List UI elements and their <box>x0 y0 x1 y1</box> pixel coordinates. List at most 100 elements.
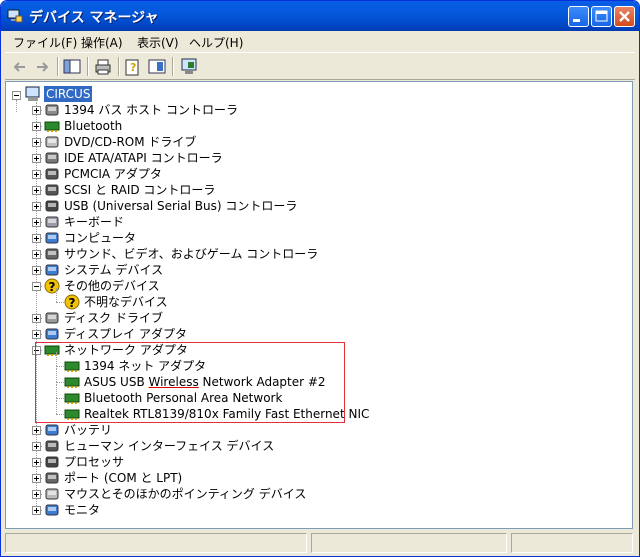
svg-text:?: ? <box>49 280 56 294</box>
tree-item-label: モニタ <box>64 503 101 517</box>
tree-item-label: プロセッサ <box>64 455 125 469</box>
status-pane-main <box>5 533 307 553</box>
tree-item-label: ディスプレイ アダプタ <box>64 327 187 341</box>
expand-toggle[interactable] <box>32 314 41 323</box>
unknown-device-icon: ? <box>64 294 80 310</box>
back-icon[interactable] <box>9 56 31 78</box>
tree-item-label: コンピュータ <box>64 231 137 245</box>
device-manager-icon <box>7 9 23 23</box>
processor-icon <box>45 456 59 468</box>
expand-toggle[interactable] <box>32 154 41 163</box>
title-bar[interactable]: デバイス マネージャ <box>1 1 639 31</box>
expand-toggle[interactable] <box>32 250 41 259</box>
expand-toggle[interactable] <box>32 138 41 147</box>
cdrom-icon <box>45 136 59 148</box>
system-icon <box>45 264 59 276</box>
expand-toggle[interactable] <box>32 506 41 515</box>
device-manager-window: デバイス マネージャ ファイル(F) 操作(A) 表示(V) ヘルプ(H) ? <box>0 0 640 557</box>
status-bar <box>5 531 635 555</box>
maximize-button[interactable] <box>591 6 612 27</box>
expand-toggle[interactable] <box>32 442 41 451</box>
tree-item-label: IDE ATA/ATAPI コントローラ <box>64 151 223 165</box>
expand-toggle[interactable] <box>32 330 41 339</box>
maximize-icon <box>595 10 608 22</box>
status-pane-3 <box>511 533 633 553</box>
bluetooth-icon <box>44 121 60 132</box>
port-icon <box>45 472 59 484</box>
close-icon <box>619 11 630 22</box>
toolbar-separator <box>172 57 174 76</box>
ide-icon <box>45 152 59 164</box>
tree-line <box>56 302 64 304</box>
collapse-toggle-root[interactable] <box>12 91 21 100</box>
collapse-toggle[interactable] <box>32 282 41 291</box>
minimize-button[interactable] <box>568 6 589 27</box>
minimize-icon <box>573 19 580 22</box>
battery-icon <box>45 424 59 436</box>
disk-icon <box>45 312 59 324</box>
usb-icon <box>45 200 59 212</box>
display-icon <box>45 328 59 340</box>
1394-icon <box>45 104 59 116</box>
expand-toggle[interactable] <box>32 266 41 275</box>
tree-item-label: SCSI と RAID コントローラ <box>64 183 216 197</box>
expand-toggle[interactable] <box>32 202 41 211</box>
toolbar-separator <box>118 57 120 76</box>
expand-toggle[interactable] <box>32 170 41 179</box>
network-adapters-highlight <box>35 342 345 423</box>
svg-text:?: ? <box>130 61 136 74</box>
window-title: デバイス マネージャ <box>29 10 159 26</box>
tree-item-label: キーボード <box>64 215 125 229</box>
tree-item-label: その他のデバイス <box>64 279 160 293</box>
expand-toggle[interactable] <box>32 426 41 435</box>
tree-item-label: ポート (COM と LPT) <box>64 471 183 485</box>
sound-icon <box>45 248 59 260</box>
close-button[interactable] <box>614 6 635 27</box>
expand-toggle[interactable] <box>32 474 41 483</box>
tree-item-label: システム デバイス <box>64 263 164 277</box>
tree-item-label: ディスク ドライブ <box>64 311 163 325</box>
tree-item-label: マウスとそのほかのポインティング デバイス <box>64 487 307 501</box>
pcmcia-icon <box>45 168 59 180</box>
computer-icon <box>25 86 40 101</box>
tree-item-label: PCMCIA アダプタ <box>64 167 162 181</box>
menu-bar: ファイル(F) 操作(A) 表示(V) ヘルプ(H) <box>5 32 635 52</box>
tree-item-label: USB (Universal Serial Bus) コントローラ <box>64 199 298 213</box>
mouse-icon <box>45 488 59 500</box>
computer-icon <box>45 232 59 244</box>
tree-item-label: サウンド、ビデオ、およびゲーム コントローラ <box>64 247 319 261</box>
expand-toggle[interactable] <box>32 186 41 195</box>
status-pane-2 <box>311 533 507 553</box>
toolbar: ? <box>5 52 635 80</box>
print-icon[interactable] <box>92 56 114 78</box>
tree-item-label: 不明なデバイス <box>84 295 168 309</box>
svg-text:?: ? <box>69 296 76 310</box>
tree-item-label: バッテリ <box>64 423 113 437</box>
expand-toggle[interactable] <box>32 458 41 467</box>
menu-help[interactable]: ヘルプ(H) <box>189 34 243 51</box>
toolbar-separator <box>57 57 59 76</box>
tree-root-label: CIRCUS <box>44 86 93 102</box>
keyboard-icon <box>45 216 59 228</box>
menu-view[interactable]: 表示(V) <box>137 34 179 51</box>
expand-toggle[interactable] <box>32 122 41 131</box>
scan-hardware-icon[interactable] <box>146 56 168 78</box>
tree-line <box>56 288 58 302</box>
expand-toggle[interactable] <box>32 218 41 227</box>
tree-item-label: 1394 バス ホスト コントローラ <box>64 103 238 117</box>
update-driver-icon[interactable] <box>178 56 200 78</box>
expand-toggle[interactable] <box>32 234 41 243</box>
monitor-icon <box>45 504 59 516</box>
device-tree[interactable]: CIRCUS 1394 バス ホスト コントローラ Bluetooth DVD/CD… <box>5 81 633 529</box>
toolbar-separator <box>87 57 89 76</box>
expand-toggle[interactable] <box>32 106 41 115</box>
show-hide-tree-icon[interactable] <box>61 56 83 78</box>
menu-action[interactable]: 操作(A) <box>81 34 123 51</box>
tree-item-label: DVD/CD-ROM ドライブ <box>64 135 197 149</box>
tree-item-label: ヒューマン インターフェイス デバイス <box>64 439 275 453</box>
properties-icon[interactable]: ? <box>122 56 144 78</box>
forward-icon[interactable] <box>31 56 53 78</box>
menu-file[interactable]: ファイル(F) <box>13 34 77 51</box>
hid-icon <box>45 440 59 452</box>
expand-toggle[interactable] <box>32 490 41 499</box>
